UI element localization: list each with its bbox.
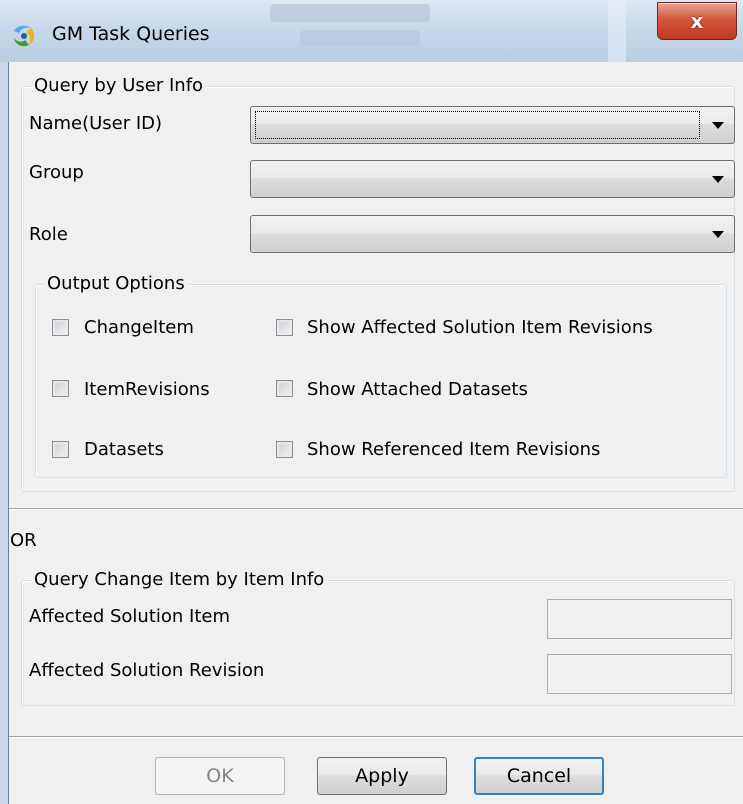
attached-datasets-checkbox[interactable] <box>276 380 293 397</box>
affected-item-label: Affected Solution Item <box>29 606 230 627</box>
window-title: GM Task Queries <box>52 23 210 45</box>
apply-button[interactable]: Apply <box>317 757 447 795</box>
name-label: Name(User ID) <box>29 113 163 134</box>
name-combo[interactable] <box>250 106 735 144</box>
affected-item-input[interactable] <box>547 599 732 639</box>
affected-revisions-label[interactable]: Show Affected Solution Item Revisions <box>307 316 653 340</box>
chevron-down-icon <box>712 176 724 183</box>
attached-datasets-label[interactable]: Show Attached Datasets <box>307 378 528 402</box>
background-blur <box>300 30 420 46</box>
output-options-legend: Output Options <box>44 273 188 295</box>
title-bar[interactable]: GM Task Queries x <box>0 0 743 62</box>
itemrevisions-label[interactable]: ItemRevisions <box>84 378 210 402</box>
group-combo[interactable] <box>250 160 735 198</box>
changeitem-checkbox[interactable] <box>52 319 69 336</box>
group-label: Group <box>29 162 84 183</box>
separator <box>9 508 743 510</box>
chevron-down-icon <box>712 122 724 129</box>
chevron-down-icon <box>712 231 724 238</box>
affected-revision-input[interactable] <box>547 654 732 694</box>
cancel-button[interactable]: Cancel <box>474 757 604 795</box>
user-info-legend: Query by User Info <box>31 75 207 97</box>
ok-button[interactable]: OK <box>155 757 285 795</box>
dialog-body: Query by User Info Name(User ID) Group R… <box>8 62 743 804</box>
role-label: Role <box>29 224 68 245</box>
background-blur <box>608 0 626 62</box>
or-label: OR <box>10 530 37 551</box>
background-blur <box>270 4 430 22</box>
referenced-revisions-checkbox[interactable] <box>276 441 293 458</box>
datasets-checkbox[interactable] <box>52 441 69 458</box>
item-info-legend: Query Change Item by Item Info <box>31 569 328 591</box>
separator <box>9 736 743 738</box>
focus-ring <box>255 111 700 139</box>
changeitem-label[interactable]: ChangeItem <box>84 316 194 340</box>
close-button[interactable]: x <box>657 2 737 40</box>
swirl-app-icon <box>14 25 35 47</box>
datasets-label[interactable]: Datasets <box>84 438 164 462</box>
affected-revision-label: Affected Solution Revision <box>29 660 265 681</box>
close-icon: x <box>690 9 704 33</box>
referenced-revisions-label[interactable]: Show Referenced Item Revisions <box>307 438 600 462</box>
affected-revisions-checkbox[interactable] <box>276 319 293 336</box>
itemrevisions-checkbox[interactable] <box>52 380 69 397</box>
role-combo[interactable] <box>250 215 735 253</box>
